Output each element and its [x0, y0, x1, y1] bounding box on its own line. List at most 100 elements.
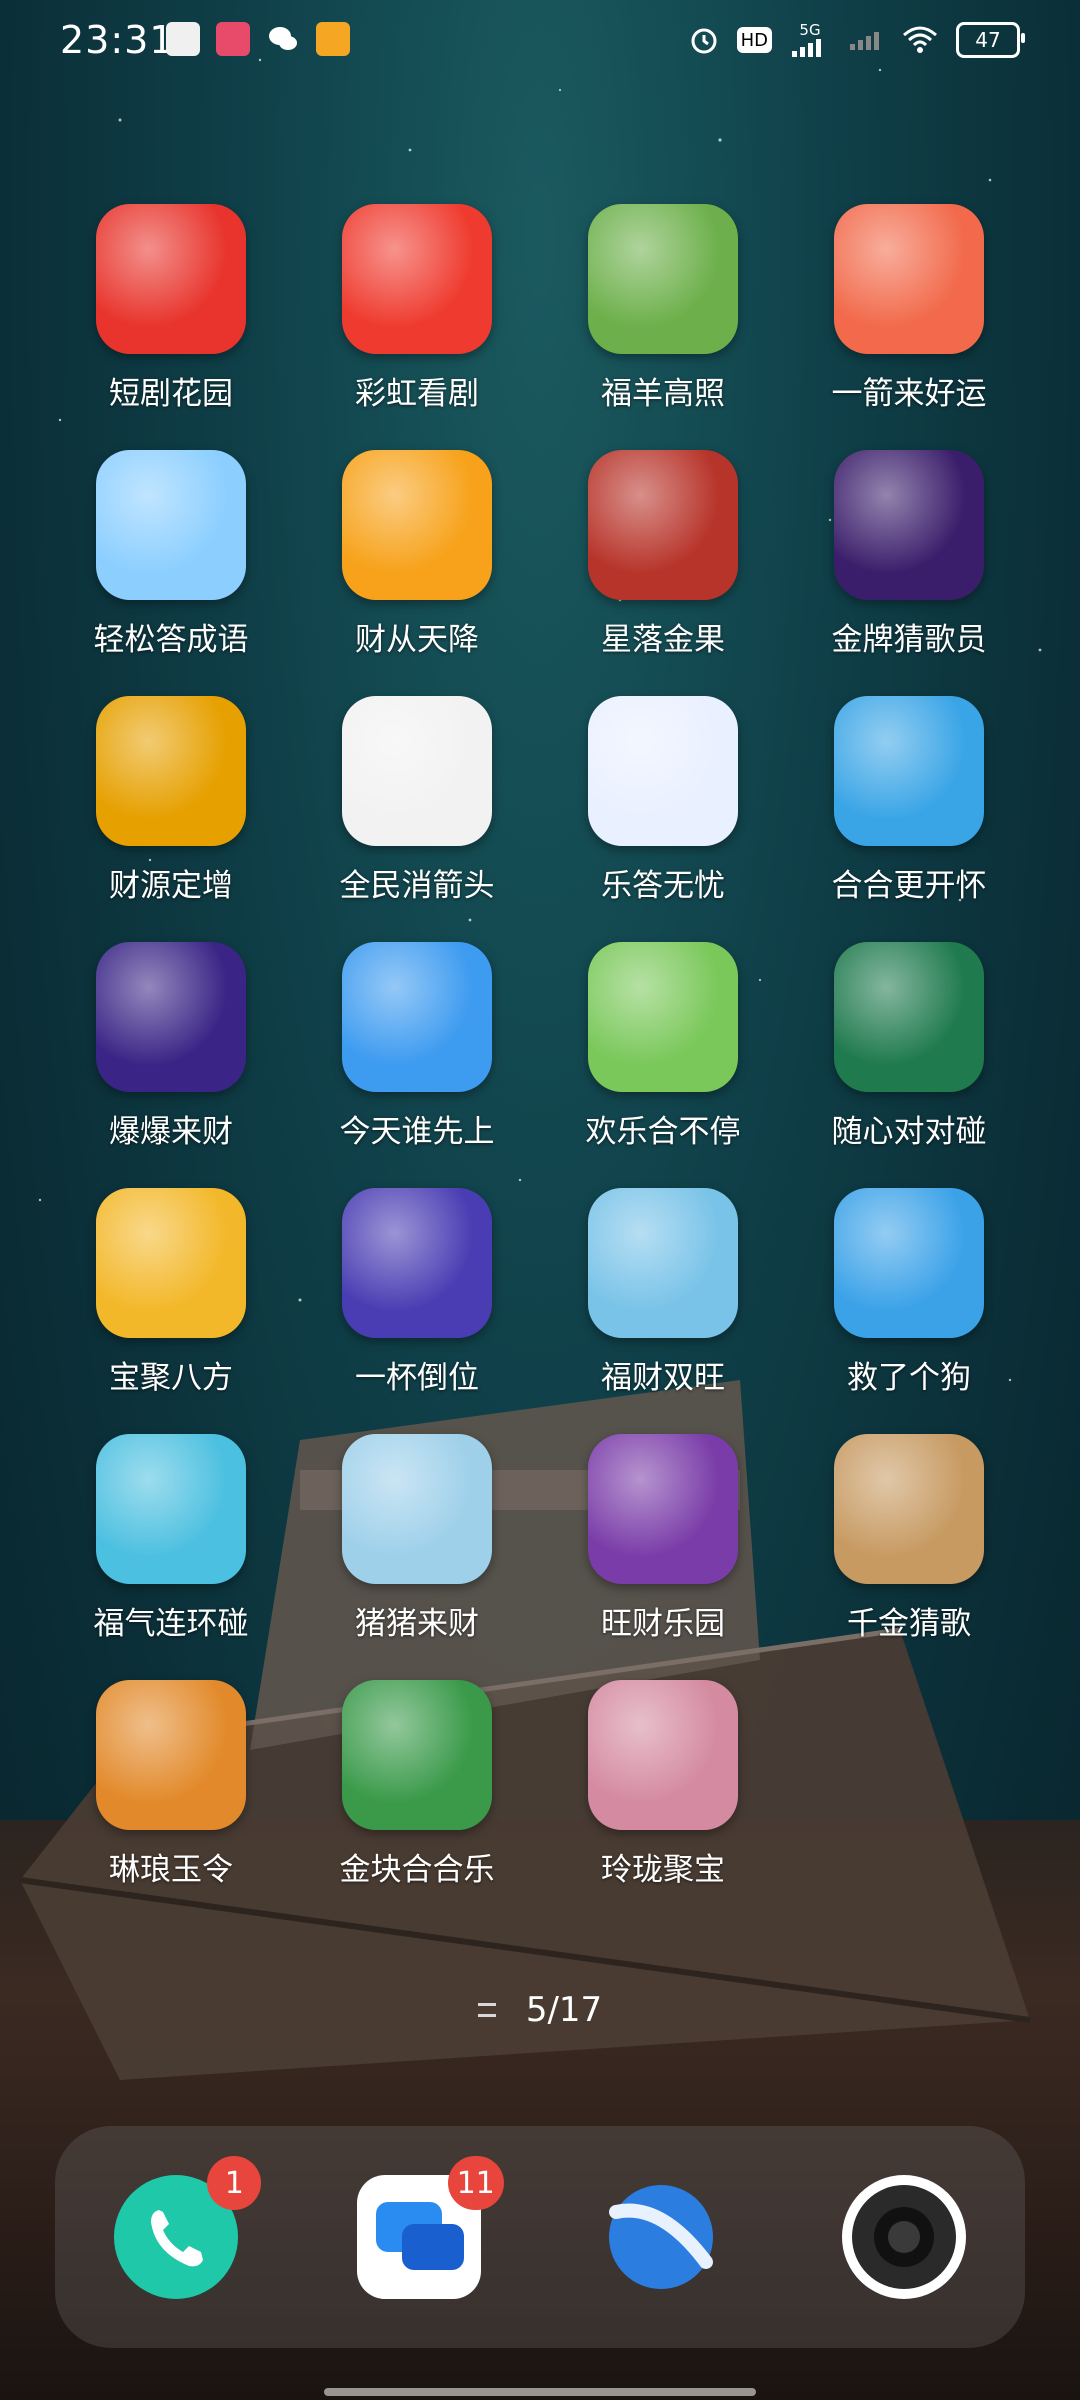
old-man-icon — [588, 450, 738, 600]
home-indicator[interactable] — [324, 2388, 756, 2396]
pineapple-icon — [588, 942, 738, 1092]
heart-balloon-icon — [96, 942, 246, 1092]
lady-icon — [588, 1680, 738, 1830]
shiba-dog-icon — [834, 1188, 984, 1338]
menu-lines-icon — [477, 2003, 496, 2017]
app-grid: 短剧花园 彩虹看剧 福羊高照 一箭来好运轻松答成语 财从天降 星落金果 金牌猜歌员财源定增 全… — [0, 204, 1080, 1926]
dock-phone[interactable]: 1 — [111, 2156, 262, 2302]
dock-camera[interactable] — [839, 2172, 969, 2302]
app-fu-tiles[interactable]: 随心对对碰 — [786, 942, 1032, 1188]
app-label: 琳琅玉令 — [109, 1852, 233, 1888]
app-label: 合合更开怀 — [831, 868, 987, 904]
app-label: 轻松答成语 — [93, 622, 249, 658]
sheep-icon — [588, 204, 738, 354]
dock: 1 11 — [55, 2126, 1025, 2348]
tiger-icon — [342, 450, 492, 600]
panda-icon — [96, 1188, 246, 1338]
app-arrow-luck[interactable]: 一箭来好运 — [786, 204, 1032, 450]
app-short-drama-tv[interactable]: 短剧花园 — [48, 204, 294, 450]
today-text-icon — [342, 942, 492, 1092]
app-arrow-puzzle[interactable]: 全民消箭头 — [294, 696, 540, 942]
app-label: 随心对对碰 — [831, 1114, 987, 1150]
jewel-watermelon-icon — [588, 1188, 738, 1338]
app-watermelon-slice[interactable]: 福气连环碰 — [48, 1434, 294, 1680]
status-bar: 23:31 HD 5G 47 — [0, 0, 1080, 84]
user-avatar-icon — [166, 22, 200, 56]
pig-icon — [342, 1434, 492, 1584]
store-icon — [316, 22, 350, 56]
page-number: 5/17 — [525, 1990, 603, 2030]
app-drink-cup[interactable]: 一杯倒位 — [294, 1188, 540, 1434]
app-shiba-dog[interactable]: 救了个狗 — [786, 1188, 1032, 1434]
app-old-man[interactable]: 星落金果 — [540, 450, 786, 696]
app-today-text[interactable]: 今天谁先上 — [294, 942, 540, 1188]
green-gem-icon — [96, 696, 246, 846]
treasure-chest-icon — [342, 1680, 492, 1830]
app-label: 财源定增 — [109, 868, 233, 904]
drink-cup-icon — [342, 1188, 492, 1338]
alarm-icon — [689, 23, 719, 57]
network-label: 5G — [799, 21, 821, 39]
fu-tiles-icon — [834, 942, 984, 1092]
arrow-puzzle-icon — [342, 696, 492, 846]
system-icons: HD 5G 47 — [689, 22, 1025, 58]
app-label: 猪猪来财 — [355, 1606, 479, 1642]
app-lady[interactable]: 玲珑聚宝 — [540, 1680, 786, 1926]
arrow-luck-icon — [834, 204, 984, 354]
dancer-girl-icon — [834, 1434, 984, 1584]
app-green-gem[interactable]: 财源定增 — [48, 696, 294, 942]
app-vinyl-record[interactable]: 金牌猜歌员 — [786, 450, 1032, 696]
app-label: 玲珑聚宝 — [601, 1852, 725, 1888]
app-bearded-man[interactable]: 琳琅玉令 — [48, 1680, 294, 1926]
app-student[interactable]: 轻松答成语 — [48, 450, 294, 696]
app-label: 星落金果 — [601, 622, 725, 658]
app-tiger[interactable]: 财从天降 — [294, 450, 540, 696]
vinyl-record-icon — [834, 450, 984, 600]
app-label: 千金猜歌 — [847, 1606, 971, 1642]
page-indicator[interactable]: 5/17 — [0, 1990, 1080, 2030]
app-label: 宝聚八方 — [109, 1360, 233, 1396]
app-label: 短剧花园 — [109, 376, 233, 412]
rainbow-drama-tv-icon — [342, 204, 492, 354]
student-icon — [96, 450, 246, 600]
signal-5g-icon: 5G — [790, 23, 830, 57]
app-label: 福财双旺 — [601, 1360, 725, 1396]
app-rainbow-drama-tv[interactable]: 彩虹看剧 — [294, 204, 540, 450]
fruit-tomato-icon — [588, 1434, 738, 1584]
wifi-icon — [902, 23, 938, 57]
app-panda[interactable]: 宝聚八方 — [48, 1188, 294, 1434]
app-label: 金块合合乐 — [339, 1852, 495, 1888]
app-badge-icon — [216, 22, 250, 56]
app-fruit-tomato[interactable]: 旺财乐园 — [540, 1434, 786, 1680]
app-label: 旺财乐园 — [601, 1606, 725, 1642]
app-pig[interactable]: 猪猪来财 — [294, 1434, 540, 1680]
messages-badge: 11 — [447, 2156, 504, 2210]
app-dancer-girl[interactable]: 千金猜歌 — [786, 1434, 1032, 1680]
app-heart-balloon[interactable]: 爆爆来财 — [48, 942, 294, 1188]
browser-planet-icon — [609, 2185, 714, 2289]
phone-badge: 1 — [207, 2156, 262, 2210]
dock-messages[interactable]: 11 — [354, 2156, 504, 2302]
app-watermelon[interactable]: 合合更开怀 — [786, 696, 1032, 942]
watermelon-icon — [834, 696, 984, 846]
app-pineapple[interactable]: 欢乐合不停 — [540, 942, 786, 1188]
bearded-man-icon — [96, 1680, 246, 1830]
app-label: 全民消箭头 — [339, 868, 495, 904]
dock-browser[interactable] — [596, 2172, 726, 2302]
status-time: 23:31 — [60, 18, 175, 62]
app-sheep[interactable]: 福羊高照 — [540, 204, 786, 450]
app-jewel-watermelon[interactable]: 福财双旺 — [540, 1188, 786, 1434]
battery-icon: 47 — [956, 22, 1025, 58]
app-label: 福气连环碰 — [93, 1606, 249, 1642]
notification-icons — [166, 22, 350, 56]
quiz-clipboard-icon — [588, 696, 738, 846]
app-treasure-chest[interactable]: 金块合合乐 — [294, 1680, 540, 1926]
app-quiz-clipboard[interactable]: 乐答无忧 — [540, 696, 786, 942]
camera-icon — [841, 2175, 966, 2299]
app-label: 一杯倒位 — [355, 1360, 479, 1396]
watermelon-slice-icon — [96, 1434, 246, 1584]
app-label: 欢乐合不停 — [585, 1114, 741, 1150]
app-label: 财从天降 — [355, 622, 479, 658]
app-label: 金牌猜歌员 — [831, 622, 987, 658]
signal-weak-icon — [848, 23, 884, 57]
